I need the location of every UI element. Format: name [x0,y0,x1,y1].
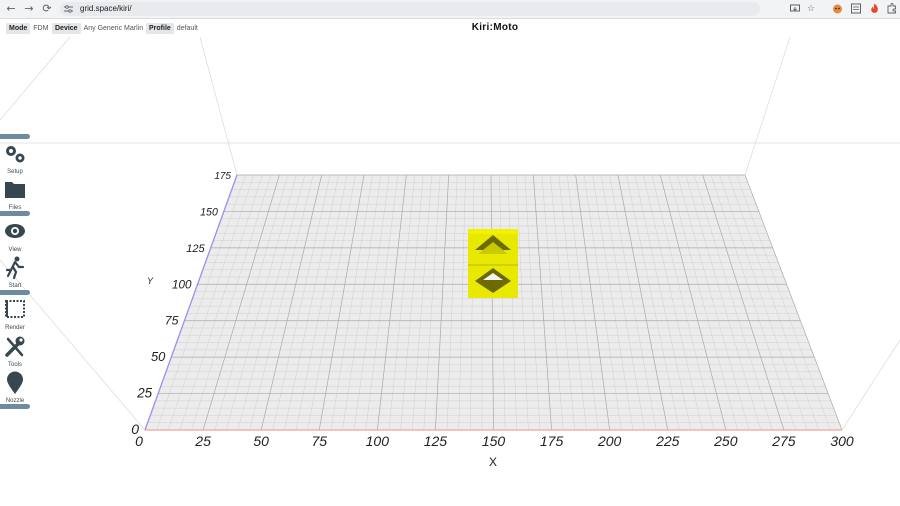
sidebar-label-view: View [8,247,22,253]
x-tick-labels: 0 25 50 75 100 125 150 175 200 225 250 275 300 [135,433,854,449]
sidebar-group-cap [0,404,30,409]
sidebar-item-tools[interactable]: Tools [0,333,30,369]
sidebar-item-files[interactable]: Files [0,176,30,212]
y-tick-label: 125 [186,243,205,255]
forward-icon[interactable]: → [22,2,36,16]
x-tick-label: 150 [482,433,506,449]
url-text[interactable]: grid.space/kiri/ [80,2,132,16]
y-tick-label: 0 [131,421,139,437]
room-edge-line [0,36,71,121]
y-tick-label: 150 [200,206,218,218]
room-edge-line [744,36,791,176]
y-tick-label: 50 [151,349,166,364]
sidebar-item-nozzle[interactable]: Nozzle [0,369,30,405]
x-tick-label: 225 [655,433,680,449]
extension-flame-icon[interactable] [870,3,879,14]
y-tick-label: 100 [172,278,192,291]
x-tick-label: 125 [424,433,448,449]
address-bar[interactable] [60,2,760,16]
app-title: Kiri:Moto [471,22,519,33]
sidebar-item-start[interactable]: Start [0,254,30,290]
y-axis-label: Y [147,276,154,286]
x-tick-label: 250 [713,433,738,449]
extensions-puzzle-icon[interactable] [887,3,897,14]
sidebar-label-render: Render [5,325,25,331]
x-tick-label: 175 [540,433,564,449]
x-tick-label: 100 [366,433,390,449]
back-icon[interactable]: ← [4,2,18,16]
sidebar-item-view[interactable]: View [0,218,30,254]
render-icon [5,300,25,318]
sidebar-item-render[interactable]: Render [0,296,30,332]
folder-icon [5,182,25,198]
tools-icon [5,336,25,357]
install-app-icon[interactable] [790,4,800,14]
sidebar-item-setup[interactable]: Setup [0,140,30,176]
sidebar-group-cap [0,290,30,295]
room-edge-line [841,339,900,431]
x-tick-label: 50 [253,433,269,449]
extension-reader-icon[interactable] [851,3,861,14]
room-edge-line [199,36,238,176]
y-tick-label: 75 [165,314,179,328]
cube-top-face[interactable] [468,229,518,234]
site-settings-icon[interactable] [64,5,73,13]
extension-fox-icon[interactable] [832,3,843,14]
gears-icon [6,146,25,163]
reload-icon[interactable]: ⟳ [40,2,54,16]
sidebar-label-files: Files [8,205,22,211]
build-plate-viewport[interactable]: 0 25 50 75 100 125 150 175 200 225 250 275 300 02550… [0,36,900,506]
eye-icon [5,224,25,238]
sidebar-group-cap [0,134,30,139]
x-tick-label: 25 [194,433,211,449]
sidebar-label-start: Start [8,283,22,289]
sidebar-label-tools: Tools [7,362,22,368]
x-tick-label: 300 [830,433,854,449]
runner-icon [5,256,25,280]
nozzle-pin-icon [7,371,23,394]
y-tick-label: 175 [214,171,231,182]
x-tick-label: 75 [311,433,327,449]
x-axis-label: X [489,455,497,469]
model-cube[interactable] [468,229,518,298]
build-plate[interactable] [145,175,842,430]
y-tick-label: 25 [136,386,152,401]
bookmark-star-icon[interactable]: ☆ [807,2,815,16]
x-tick-label: 200 [597,433,622,449]
sidebar-label-setup: Setup [7,169,23,175]
browser-toolbar: ← → ⟳ grid.space/kiri/ ☆ [0,0,900,19]
x-tick-label: 275 [771,433,796,449]
